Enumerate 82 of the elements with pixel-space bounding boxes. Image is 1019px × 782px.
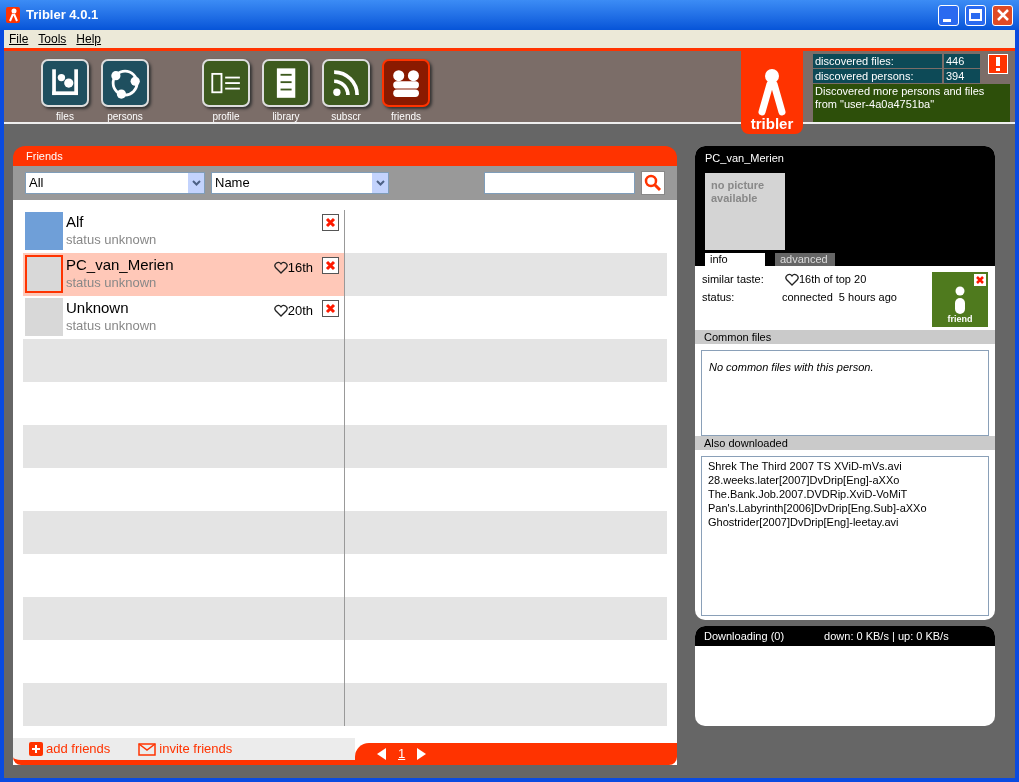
person-name: PC_van_Merien	[705, 151, 785, 166]
field-label: similar taste:	[702, 271, 765, 287]
field-label: status:	[702, 289, 736, 305]
close-icon	[325, 303, 336, 314]
detail-tab[interactable]: info	[705, 253, 765, 266]
transfer-speed: down: 0 KB/s | up: 0 KB/s	[824, 628, 949, 644]
menu-item[interactable]: Tools	[38, 30, 67, 48]
friend-status: status unknown	[66, 274, 158, 291]
previous-page-button[interactable]	[377, 748, 386, 760]
toolbar-label: friends	[391, 110, 421, 124]
remove-button[interactable]	[322, 300, 339, 317]
maximize-button[interactable]	[965, 4, 986, 26]
section-title: Also downloaded	[704, 435, 788, 451]
toolbar-label: library	[272, 110, 300, 124]
person-icon	[954, 286, 966, 314]
file-name[interactable]: Shrek The Third 2007 TS XViD-mVs.avi	[708, 459, 982, 473]
avatar-photo	[25, 212, 63, 250]
badge-label: friend	[947, 314, 973, 325]
logo-text: tribler	[750, 116, 794, 131]
envelope-icon	[138, 742, 157, 756]
taste-rank: 20th	[287, 302, 313, 320]
placeholder-text: no picture available	[711, 178, 766, 205]
close-icon	[325, 260, 336, 271]
detail-tab[interactable]: advanced	[775, 253, 835, 266]
remove-button[interactable]	[322, 257, 339, 274]
heart-icon	[273, 304, 288, 318]
right-arrow-icon	[417, 748, 427, 760]
close-icon	[996, 9, 1009, 21]
friend-status: status unknown	[66, 317, 158, 334]
field-value: connected 5 hours ago	[782, 289, 897, 305]
friend-name: Unknown	[66, 298, 130, 317]
stat-value: 394	[944, 69, 980, 83]
heart-icon	[273, 261, 288, 275]
field-value: 16th of top 20	[799, 271, 867, 287]
file-name[interactable]: 28.weeks.later[2007]DvDrip[Eng]-aXXo	[708, 473, 982, 487]
close-icon	[975, 275, 985, 285]
page-link[interactable]: 1	[398, 744, 406, 764]
panel-title: Friends	[26, 148, 63, 164]
file-name[interactable]: Pan's.Labyrinth[2006]DvDrip[Eng.Sub]-aXXo	[708, 501, 982, 515]
friend-status: status unknown	[66, 231, 158, 248]
no-picture-placeholder	[25, 298, 63, 336]
empty-message: No common files with this person.	[709, 361, 874, 373]
close-icon	[325, 217, 336, 228]
file-name[interactable]: Ghostrider[2007]DvDrip[Eng]-leetay.avi	[708, 515, 982, 529]
left-arrow-icon	[377, 748, 386, 760]
friend-name: PC_van_Merien	[66, 255, 175, 274]
no-picture-placeholder	[25, 255, 63, 293]
file-name[interactable]: The.Bank.Job.2007.DVDRip.XviD-VoMiT	[708, 487, 982, 501]
friend-row[interactable]: PC_van_Merien status unknown 16th	[23, 253, 345, 296]
stat-value: 446	[944, 54, 980, 68]
app-icon	[6, 7, 20, 23]
toolbar-label: subscr	[331, 110, 361, 124]
dropdown[interactable]: All	[25, 172, 205, 194]
stat-label: discovered files:	[813, 54, 942, 68]
maximize-icon	[969, 9, 982, 21]
toolbar-button[interactable]	[382, 59, 430, 107]
friend-name: Alf	[66, 212, 85, 231]
remove-button[interactable]	[322, 214, 339, 231]
toolbar-label: persons	[107, 110, 143, 124]
heart-icon	[785, 272, 799, 286]
alert-icon	[988, 54, 1008, 74]
taste-rank: 16th	[287, 259, 313, 277]
menu-item[interactable]: File	[9, 30, 29, 48]
menu-item[interactable]: Help	[76, 30, 102, 48]
search-button[interactable]	[641, 171, 665, 195]
dropdown[interactable]: Name	[211, 172, 389, 194]
plus-icon	[29, 742, 43, 756]
stat-label: discovered persons:	[813, 69, 942, 83]
window-title: Tribler 4.0.1	[26, 6, 100, 25]
download-title: Downloading (0)	[704, 628, 785, 644]
section-title: Common files	[704, 329, 772, 345]
remove-button[interactable]	[974, 274, 986, 286]
friend-row[interactable]: Unknown status unknown 20th	[23, 296, 345, 339]
search-field[interactable]	[484, 172, 635, 194]
friend-row[interactable]: Alf status unknown	[23, 210, 345, 253]
minimize-icon	[943, 18, 951, 22]
close-button[interactable]	[992, 4, 1013, 26]
minimize-button[interactable]	[938, 4, 959, 26]
notification-text: Discovered more persons and files from "user-4a0a4751ba"	[813, 84, 1010, 122]
toolbar-label: profile	[212, 110, 240, 124]
toolbar-label: files	[56, 110, 74, 124]
next-page-button[interactable]	[417, 748, 427, 760]
